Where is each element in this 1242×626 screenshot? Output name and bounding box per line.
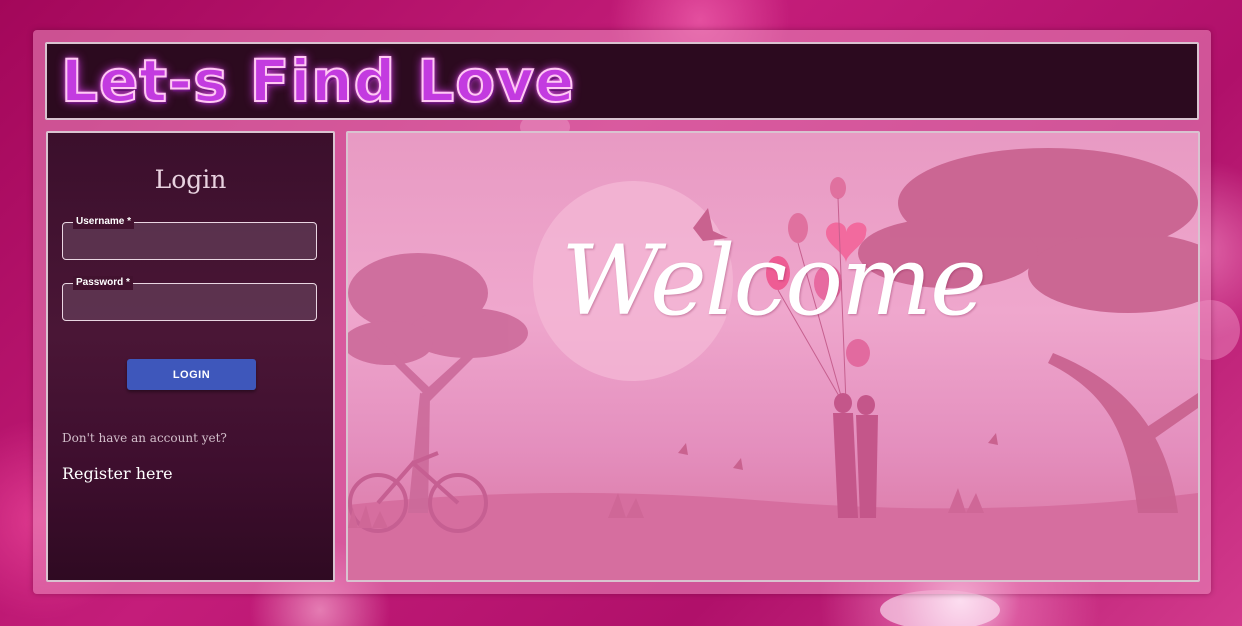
login-panel: Login Username * Password * LOGIN Don't … bbox=[46, 131, 335, 582]
password-field[interactable]: Password * bbox=[62, 276, 317, 321]
login-title: Login bbox=[154, 165, 227, 194]
welcome-heading: Welcome bbox=[561, 225, 987, 337]
bokeh-decoration bbox=[880, 590, 1000, 626]
site-logo[interactable]: Let-s Find Love bbox=[60, 46, 575, 116]
welcome-banner: Welcome bbox=[346, 131, 1200, 582]
username-field[interactable]: Username * bbox=[62, 215, 317, 260]
ground-silhouette bbox=[348, 492, 1198, 580]
password-input[interactable] bbox=[63, 284, 316, 320]
login-button[interactable]: LOGIN bbox=[127, 359, 256, 390]
site-header: Let-s Find Love bbox=[45, 42, 1199, 120]
romantic-scene-illustration bbox=[348, 148, 1198, 580]
no-account-text: Don't have an account yet? bbox=[62, 431, 227, 445]
couple-silhouette-icon bbox=[833, 393, 878, 518]
register-link[interactable]: Register here bbox=[62, 464, 173, 483]
username-input[interactable] bbox=[63, 223, 316, 259]
